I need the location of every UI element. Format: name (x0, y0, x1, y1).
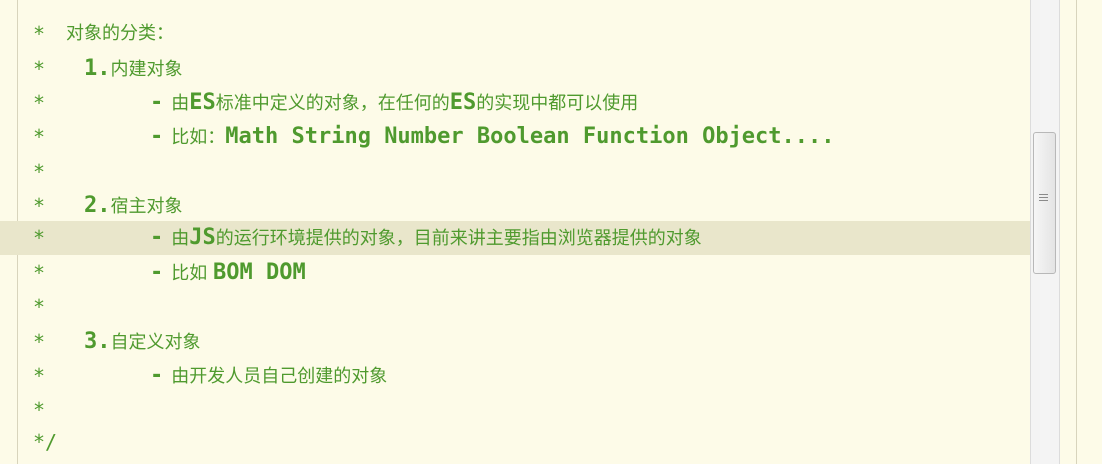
comment-code: ES (449, 90, 477, 115)
comment-end: */ (33, 430, 58, 454)
code-line[interactable]: * 1.内建对象 (0, 52, 1030, 86)
comment-marker: * (33, 194, 46, 218)
code-line[interactable]: * - 比如 BOM DOM (0, 256, 1030, 290)
code-area[interactable]: * * 对象的分类： * 1.内建对象 * - 由ES标准中定义的对象，在任何的… (0, 0, 1030, 464)
comment-text: 内建对象 (110, 59, 183, 80)
code-line[interactable]: * - 由ES标准中定义的对象，在任何的ES的实现中都可以使用 (0, 86, 1030, 120)
current-line[interactable]: * - 由JS的运行环境提供的对象，目前来讲主要指由浏览器提供的对象 (0, 221, 1030, 255)
comment-text: 的运行环境提供的对象，目前来讲主要指由浏览器提供的对象 (215, 228, 702, 249)
comment-marker: * (33, 226, 46, 250)
comment-code: BOM DOM (212, 260, 306, 285)
list-number: 2. (84, 193, 111, 218)
comment-marker: * (33, 364, 46, 388)
right-gutter-rule (1076, 0, 1077, 464)
comment-text: 比如： (171, 127, 226, 148)
list-dash: - (150, 363, 164, 388)
comment-text: 宿主对象 (110, 196, 183, 217)
comment-marker: * (33, 57, 46, 81)
comment-text: 对象的分类： (66, 23, 174, 44)
code-editor[interactable]: * * 对象的分类： * 1.内建对象 * - 由ES标准中定义的对象，在任何的… (0, 0, 1102, 464)
list-number: 3. (84, 329, 111, 354)
comment-marker-partial: * (33, 0, 45, 10)
comment-code: JS (189, 225, 216, 250)
code-line[interactable]: * - 由开发人员自己创建的对象 (0, 359, 1030, 393)
comment-marker: * (33, 91, 46, 115)
comment-text: 的实现中都可以使用 (476, 93, 639, 114)
comment-marker: * (33, 125, 46, 149)
comment-text: 由 (171, 228, 190, 249)
code-line[interactable]: * - 比如：Math String Number Boolean Functi… (0, 120, 1030, 154)
comment-code: ES (189, 90, 216, 115)
comment-marker: * (33, 398, 46, 422)
code-line[interactable]: * 2.宿主对象 (0, 189, 1030, 223)
scrollbar-grip-icon (1039, 194, 1048, 203)
comment-text: 自定义对象 (110, 332, 201, 353)
code-line[interactable]: * (0, 155, 1030, 189)
comment-text: 标准中定义的对象，在任何的 (215, 93, 450, 114)
list-number: 1. (84, 56, 111, 81)
comment-marker: * (33, 261, 46, 285)
comment-marker: * (33, 22, 46, 46)
vertical-scrollbar-thumb[interactable] (1033, 132, 1056, 274)
list-dash: - (150, 225, 164, 250)
list-dash: - (150, 124, 164, 149)
code-line[interactable]: * (0, 393, 1030, 427)
code-line[interactable]: * 对象的分类： (0, 17, 1030, 51)
comment-text: 由 (171, 93, 190, 114)
comment-marker: * (33, 330, 46, 354)
comment-marker: * (33, 160, 46, 184)
right-gutter (1060, 0, 1102, 464)
comment-code: Math String Number Boolean Function Obje… (225, 124, 835, 149)
list-dash: - (150, 260, 164, 285)
list-dash: - (150, 90, 164, 115)
comment-marker: * (33, 295, 46, 319)
code-line[interactable]: * (0, 290, 1030, 324)
code-line[interactable]: */ (0, 425, 1030, 459)
comment-text: 比如 (171, 263, 213, 284)
comment-text: 由开发人员自己创建的对象 (171, 366, 388, 387)
code-line[interactable]: * 3.自定义对象 (0, 325, 1030, 359)
